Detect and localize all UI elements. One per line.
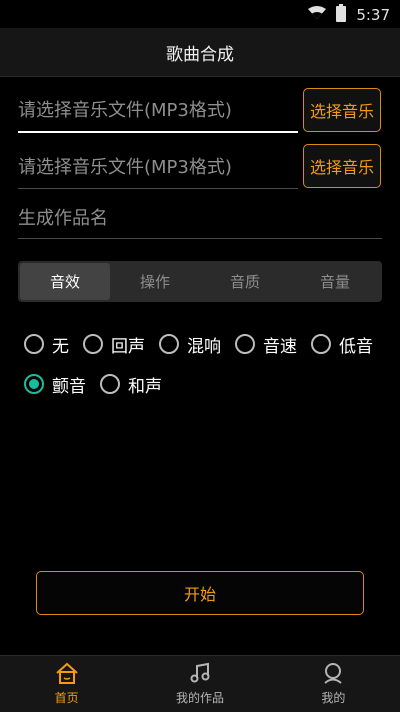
tab-quality[interactable]: 音质 bbox=[200, 263, 290, 300]
music-note-icon bbox=[189, 662, 211, 689]
music-file-input-1-placeholder: 请选择音乐文件(MP3格式) bbox=[18, 100, 232, 121]
radio-button[interactable] bbox=[235, 334, 255, 354]
choose-music-button-1-label: 选择音乐 bbox=[309, 102, 374, 121]
nav-label-my-works: 我的作品 bbox=[175, 691, 224, 705]
music-file-input-1[interactable]: 请选择音乐文件(MP3格式) bbox=[18, 87, 298, 133]
start-button[interactable]: 开始 bbox=[36, 571, 364, 615]
music-file-input-2[interactable]: 请选择音乐文件(MP3格式) bbox=[18, 144, 298, 189]
effect-option-harmony[interactable]: 和声 bbox=[100, 372, 162, 397]
effect-label: 混响 bbox=[187, 336, 221, 357]
radio-button[interactable] bbox=[159, 334, 179, 354]
effect-option-bass[interactable]: 低音 bbox=[311, 332, 373, 357]
app-header: 歌曲合成 bbox=[0, 28, 400, 77]
effect-label: 无 bbox=[52, 336, 69, 357]
output-name-placeholder: 生成作品名 bbox=[18, 208, 108, 229]
nav-label-me: 我的 bbox=[321, 691, 346, 705]
home-icon bbox=[55, 662, 79, 689]
tab-operation[interactable]: 操作 bbox=[110, 263, 200, 300]
nav-item-me[interactable]: 我的 bbox=[267, 656, 400, 712]
choose-music-button-2-label: 选择音乐 bbox=[309, 158, 374, 177]
effect-label: 低音 bbox=[339, 336, 373, 357]
page-title: 歌曲合成 bbox=[166, 44, 234, 65]
bottom-navigation: 首页 我的作品 我的 bbox=[0, 655, 400, 712]
effect-label: 回声 bbox=[111, 336, 145, 357]
user-icon bbox=[322, 662, 344, 689]
effect-label: 和声 bbox=[128, 376, 162, 397]
effect-option-speed[interactable]: 音速 bbox=[235, 332, 297, 357]
tab-quality-label: 音质 bbox=[229, 273, 260, 291]
wifi-icon bbox=[308, 6, 327, 24]
effect-options: 无 回声 混响 音速 低音 颤音 和声 bbox=[24, 330, 394, 410]
effect-option-none[interactable]: 无 bbox=[24, 332, 69, 357]
status-bar: 5:37 bbox=[0, 0, 400, 28]
radio-button[interactable] bbox=[83, 334, 103, 354]
effect-label: 颤音 bbox=[52, 376, 86, 397]
status-time: 5:37 bbox=[356, 6, 390, 24]
radio-button-checked[interactable] bbox=[24, 374, 44, 394]
start-button-label: 开始 bbox=[183, 585, 216, 604]
tab-volume-label: 音量 bbox=[319, 273, 350, 291]
effect-option-reverb[interactable]: 混响 bbox=[159, 332, 221, 357]
effect-option-vibrato[interactable]: 颤音 bbox=[24, 372, 86, 397]
output-name-input[interactable]: 生成作品名 bbox=[18, 196, 382, 239]
choose-music-button-1[interactable]: 选择音乐 bbox=[303, 88, 381, 132]
tab-operation-label: 操作 bbox=[139, 273, 170, 291]
tab-effects-label: 音效 bbox=[49, 273, 80, 291]
nav-item-my-works[interactable]: 我的作品 bbox=[133, 656, 266, 712]
radio-button[interactable] bbox=[100, 374, 120, 394]
nav-label-home: 首页 bbox=[54, 691, 79, 705]
radio-button[interactable] bbox=[24, 334, 44, 354]
tab-effects[interactable]: 音效 bbox=[20, 263, 110, 300]
nav-item-home[interactable]: 首页 bbox=[0, 656, 133, 712]
tab-volume[interactable]: 音量 bbox=[290, 263, 380, 300]
effect-option-echo[interactable]: 回声 bbox=[83, 332, 145, 357]
settings-tabs: 音效 操作 音质 音量 bbox=[18, 261, 382, 302]
radio-button[interactable] bbox=[311, 334, 331, 354]
battery-icon bbox=[336, 4, 347, 26]
music-file-input-2-placeholder: 请选择音乐文件(MP3格式) bbox=[18, 157, 232, 178]
choose-music-button-2[interactable]: 选择音乐 bbox=[303, 144, 381, 188]
effect-label: 音速 bbox=[263, 336, 297, 357]
